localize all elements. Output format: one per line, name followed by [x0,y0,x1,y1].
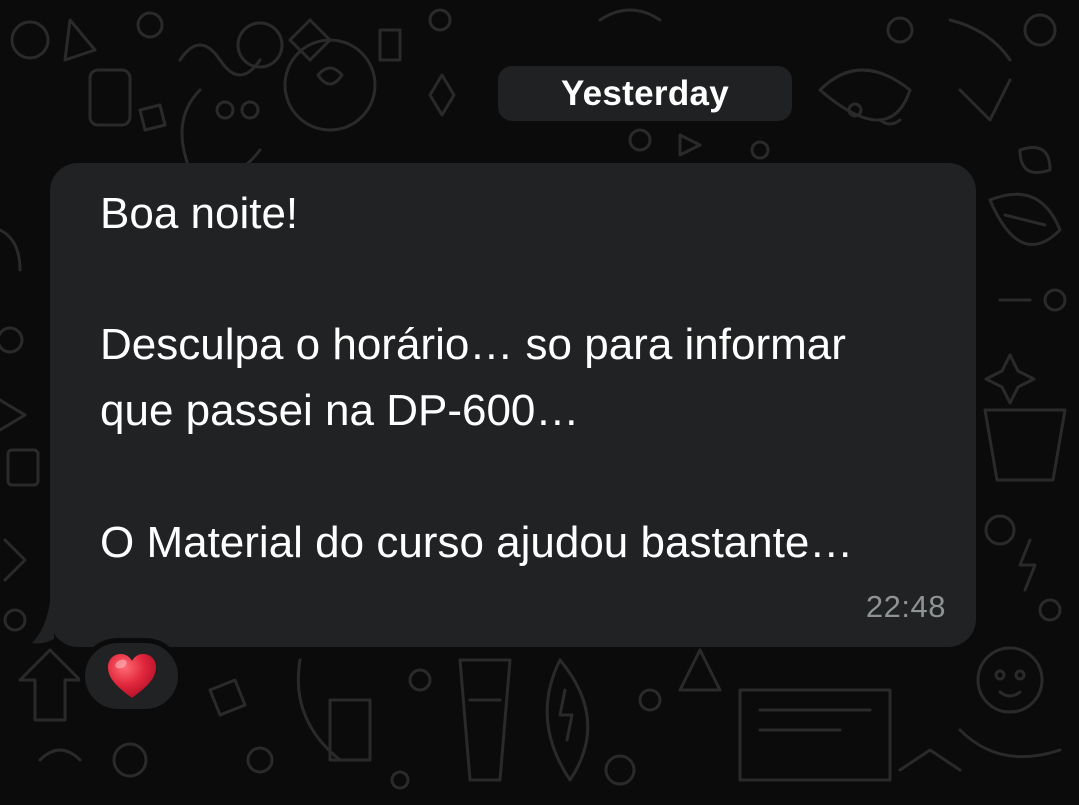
message-timestamp: 22:48 [865,589,946,624]
incoming-message[interactable]: Boa noite! Desculpa o horário… so para i… [30,163,976,647]
date-separator: Yesterday [498,66,792,121]
heart-emoji-icon [107,654,156,698]
message-bubble: Boa noite! Desculpa o horário… so para i… [50,163,976,647]
message-text-line: Boa noite! [100,189,299,238]
reaction-badge[interactable] [80,638,183,714]
message-text-line: Desculpa o horário… so para informar [100,320,846,369]
message-text-line: que passei na DP-600… [100,386,580,435]
message-text-line: O Material do curso ajudou bastante… [100,518,854,567]
